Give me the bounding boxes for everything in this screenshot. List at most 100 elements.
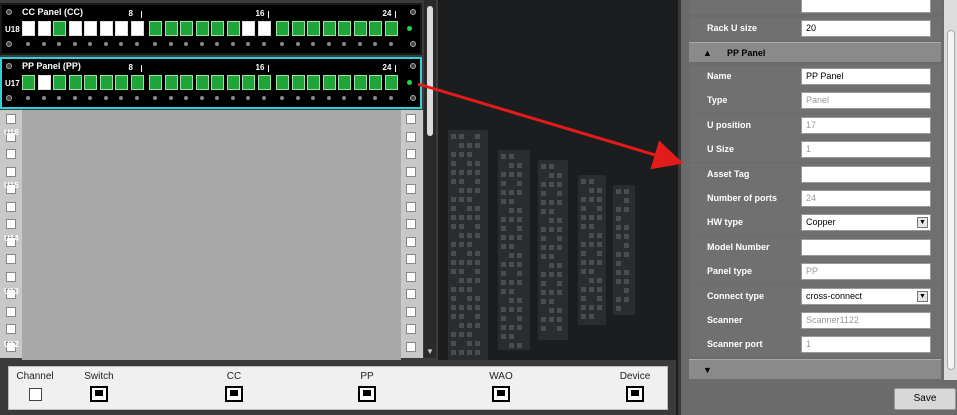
model-number-field[interactable]	[801, 238, 931, 256]
pp_panel-port-9[interactable]	[149, 75, 162, 90]
pp_panel-port-15[interactable]	[242, 75, 255, 90]
cc_panel-port-23[interactable]	[369, 21, 382, 36]
properties-scrollbar[interactable]	[944, 0, 957, 380]
pp_panel-port-8[interactable]	[130, 75, 144, 90]
pp_panel-port-16[interactable]	[257, 75, 271, 90]
cc_panel-port-22[interactable]	[353, 21, 367, 36]
pp_panel-port-24[interactable]	[384, 75, 398, 90]
rack-slot-left[interactable]	[6, 219, 16, 229]
cc_panel-port-10[interactable]	[164, 21, 178, 36]
cc_panel-port-17[interactable]	[276, 21, 289, 36]
pp-panel-unit[interactable]: PP Panel (PP) U17 8 16 24	[0, 57, 422, 109]
rack-slot-left[interactable]	[6, 201, 16, 212]
cc-panel-unit[interactable]: CC Panel (CC) U18 8 16 24	[0, 3, 422, 55]
scanner-field[interactable]: Scanner1122	[801, 312, 931, 329]
rack-slot-right[interactable]	[406, 254, 416, 264]
pp_panel-port-17[interactable]	[276, 75, 289, 90]
pp_panel-port-1[interactable]	[22, 75, 35, 90]
rack-slot-left[interactable]	[6, 306, 16, 317]
rack-slot-left[interactable]	[6, 114, 16, 124]
cc_panel-port-24[interactable]	[384, 21, 398, 36]
hw-type-field[interactable]: Copper ▼	[801, 214, 931, 232]
connect-type-field[interactable]: cross-connect ▼	[801, 287, 931, 305]
cc_panel-port-12[interactable]	[195, 21, 209, 36]
pp_panel-port-21[interactable]	[338, 75, 351, 90]
pp_panel-port-7[interactable]	[115, 75, 128, 90]
cc_panel-port-4[interactable]	[68, 21, 82, 36]
pp_panel-port-12[interactable]	[195, 75, 209, 90]
scroll-down-icon[interactable]: ▼	[426, 347, 434, 356]
properties-scrollbar-thumb[interactable]	[947, 30, 955, 370]
cc_panel-port-5[interactable]	[84, 21, 97, 36]
rack-slot-left[interactable]	[6, 149, 16, 159]
u-position-field[interactable]: 17	[801, 116, 931, 134]
pp_panel-port-6[interactable]	[99, 75, 113, 90]
scanner-port-field[interactable]: 1	[801, 336, 931, 354]
rack-slot-right[interactable]	[406, 201, 416, 212]
rack-slot-right[interactable]	[406, 184, 416, 194]
cc_panel-port-9[interactable]	[149, 21, 162, 36]
rack-slot-right[interactable]	[406, 236, 416, 247]
dropdown-arrow-icon[interactable]: ▼	[917, 217, 928, 229]
cc_panel-port-18[interactable]	[291, 21, 305, 36]
cc_panel-port-20[interactable]	[322, 21, 336, 36]
pp-panel-section-header[interactable]: ▲ PP Panel	[689, 42, 941, 62]
number-of-ports-field[interactable]: 24	[801, 190, 931, 207]
partial-field[interactable]	[801, 0, 931, 13]
dropdown-arrow-icon[interactable]: ▼	[917, 290, 928, 302]
expand-down-icon[interactable]: ▼	[703, 365, 712, 375]
cc_panel-port-6[interactable]	[99, 21, 113, 36]
rack-slot-left[interactable]	[6, 254, 16, 264]
rack-scrollbar[interactable]: ▼	[424, 0, 436, 358]
channel-checkbox[interactable]	[28, 388, 42, 401]
rack-slot-left[interactable]	[6, 271, 16, 282]
pp_panel-port-23[interactable]	[369, 75, 382, 90]
rack-empty-area[interactable]	[22, 110, 401, 360]
cc_panel-port-16[interactable]	[257, 21, 271, 36]
rack-slot-right[interactable]	[406, 341, 416, 352]
rack-slot-right[interactable]	[406, 149, 416, 159]
cc_panel-port-1[interactable]	[22, 21, 35, 36]
name-field[interactable]: PP Panel	[801, 68, 931, 85]
rack-slot-right[interactable]	[406, 131, 416, 142]
rack-slot-right[interactable]	[406, 219, 416, 229]
pp_panel-port-22[interactable]	[353, 75, 367, 90]
cc_panel-port-7[interactable]	[115, 21, 128, 36]
rack-slot-right[interactable]	[406, 306, 416, 317]
cc_panel-port-15[interactable]	[242, 21, 255, 36]
save-button[interactable]: Save	[894, 388, 956, 410]
next-section-header[interactable]: ▼	[689, 359, 941, 379]
pp_panel-port-18[interactable]	[291, 75, 305, 90]
cc_panel-port-14[interactable]	[226, 21, 240, 36]
rack-slot-right[interactable]	[406, 271, 416, 282]
cc_panel-port-3[interactable]	[53, 21, 66, 36]
pp_panel-port-5[interactable]	[84, 75, 97, 90]
rack-u-size-field[interactable]: 20	[801, 20, 931, 37]
cc_panel-port-11[interactable]	[180, 21, 193, 36]
cc_panel-port-8[interactable]	[130, 21, 144, 36]
cc_panel-port-19[interactable]	[307, 21, 320, 36]
pp_panel-port-3[interactable]	[53, 75, 66, 90]
cc_panel-port-21[interactable]	[338, 21, 351, 36]
pp_panel-port-14[interactable]	[226, 75, 240, 90]
pp_panel-port-10[interactable]	[164, 75, 178, 90]
rack-slot-left[interactable]	[6, 324, 16, 334]
pp_panel-port-11[interactable]	[180, 75, 193, 90]
pp_panel-port-13[interactable]	[211, 75, 224, 90]
panel-type-field[interactable]: PP	[801, 263, 931, 281]
asset-tag-field[interactable]	[801, 165, 931, 183]
cc_panel-port-13[interactable]	[211, 21, 224, 36]
pp_panel-port-2[interactable]	[37, 75, 51, 90]
pp_panel-port-19[interactable]	[307, 75, 320, 90]
rack-slot-right[interactable]	[406, 166, 416, 177]
rack-slot-right[interactable]	[406, 114, 416, 124]
rack-slot-right[interactable]	[406, 289, 416, 299]
pp_panel-port-20[interactable]	[322, 75, 336, 90]
rack-slot-left[interactable]	[6, 166, 16, 177]
legend-channel[interactable]: Channel	[15, 371, 55, 404]
pp_panel-port-4[interactable]	[68, 75, 82, 90]
rack-slot-right[interactable]	[406, 324, 416, 334]
rack-scrollbar-thumb[interactable]	[427, 6, 433, 136]
type-field[interactable]: Panel	[801, 92, 931, 110]
cc_panel-port-2[interactable]	[37, 21, 51, 36]
